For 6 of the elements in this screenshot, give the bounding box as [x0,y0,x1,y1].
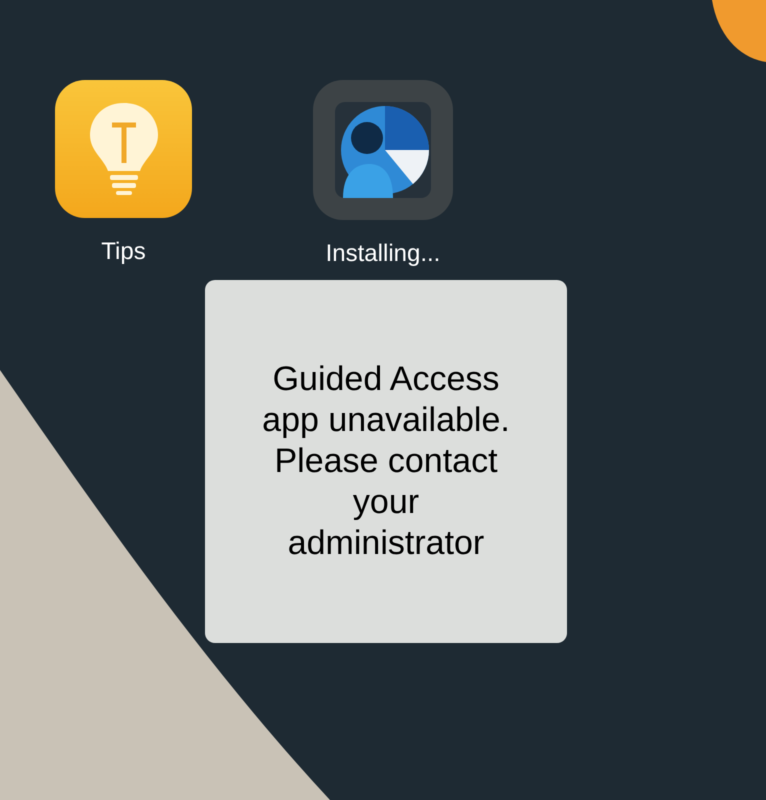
wallpaper-corner-shape [712,0,766,62]
app-installing-icon[interactable] [313,80,453,220]
app-label: Tips [101,237,146,267]
alert-message: Guided Access app unavailable. Please contact your administrator [262,359,510,564]
lightbulb-app-icon[interactable] [55,80,192,218]
app-label: Installing... [326,239,440,269]
